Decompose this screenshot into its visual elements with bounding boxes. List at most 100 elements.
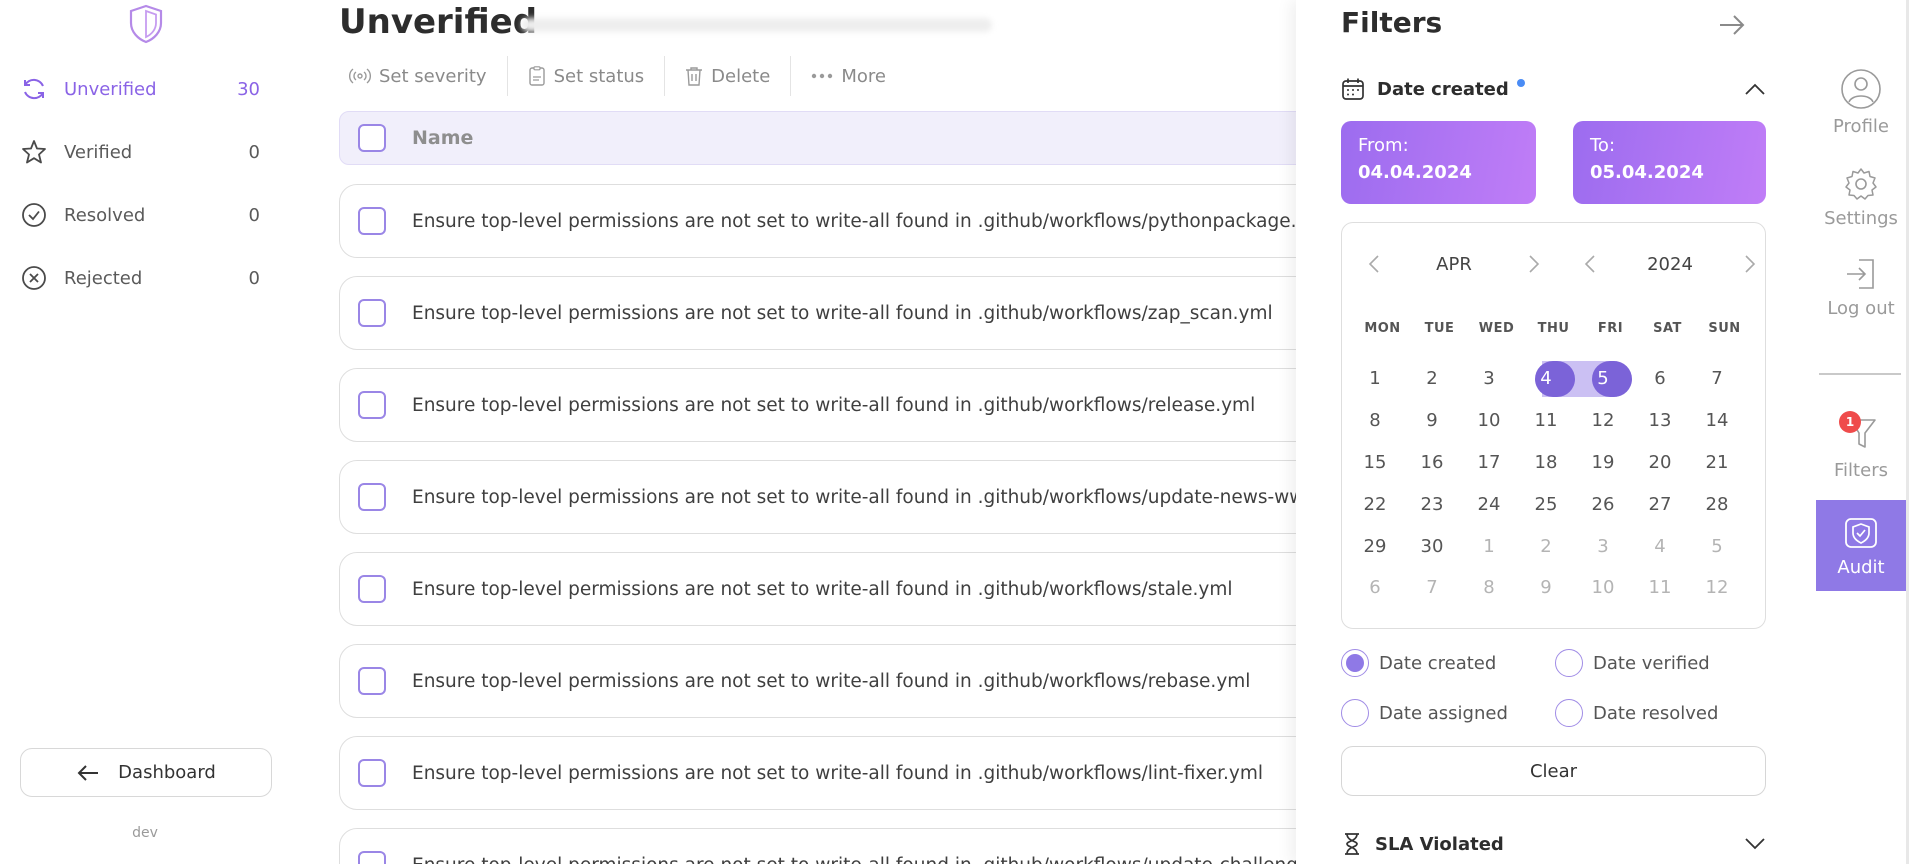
calendar-day[interactable]: 15 bbox=[1355, 445, 1395, 481]
sla-violated-section-header[interactable]: SLA Violated bbox=[1341, 829, 1766, 859]
select-all-checkbox[interactable] bbox=[358, 124, 386, 152]
calendar-day[interactable]: 28 bbox=[1697, 487, 1737, 523]
calendar-day[interactable]: 23 bbox=[1412, 487, 1452, 523]
calendar-day[interactable]: 3 bbox=[1469, 361, 1509, 397]
calendar-day[interactable]: 11 bbox=[1526, 403, 1566, 439]
calendar-day[interactable]: 1 bbox=[1355, 361, 1395, 397]
scrollbar[interactable] bbox=[1906, 0, 1909, 864]
calendar-day[interactable]: 25 bbox=[1526, 487, 1566, 523]
calendar-day[interactable]: 10 bbox=[1583, 570, 1623, 606]
row-checkbox[interactable] bbox=[358, 759, 386, 787]
calendar-day[interactable]: 24 bbox=[1469, 487, 1509, 523]
row-checkbox[interactable] bbox=[358, 575, 386, 603]
chevron-up-icon[interactable] bbox=[1744, 82, 1766, 96]
calendar-day[interactable]: 14 bbox=[1697, 403, 1737, 439]
calendar-day[interactable]: 13 bbox=[1640, 403, 1680, 439]
radio-circle[interactable] bbox=[1341, 649, 1369, 677]
clear-button[interactable]: Clear bbox=[1341, 746, 1766, 796]
weekday-label: THU bbox=[1537, 321, 1570, 336]
radio-circle[interactable] bbox=[1341, 699, 1369, 727]
calendar-year[interactable]: 2024 bbox=[1600, 254, 1740, 275]
prev-year-chevron-icon[interactable] bbox=[1580, 252, 1600, 276]
calendar-day[interactable]: 8 bbox=[1355, 403, 1395, 439]
arrow-right-icon[interactable] bbox=[1718, 12, 1746, 38]
radio-circle[interactable] bbox=[1555, 699, 1583, 727]
calendar-day[interactable]: 16 bbox=[1412, 445, 1452, 481]
calendar-day[interactable]: 4 bbox=[1640, 529, 1680, 565]
table-row[interactable]: Ensure top-level permissions are not set… bbox=[339, 552, 1296, 626]
radio-date-created[interactable]: Date created bbox=[1341, 648, 1496, 678]
table-row[interactable]: Ensure top-level permissions are not set… bbox=[339, 736, 1296, 810]
calendar-day[interactable]: 19 bbox=[1583, 445, 1623, 481]
more-button[interactable]: More bbox=[791, 56, 906, 96]
sidebar-item-unverified[interactable]: Unverified 30 bbox=[20, 69, 260, 109]
rail-profile[interactable]: Profile bbox=[1816, 68, 1906, 137]
set-severity-button[interactable]: Set severity bbox=[339, 56, 507, 96]
sidebar-item-resolved[interactable]: Resolved 0 bbox=[20, 195, 260, 235]
calendar-day[interactable]: 17 bbox=[1469, 445, 1509, 481]
sidebar-item-verified[interactable]: Verified 0 bbox=[20, 132, 260, 172]
table-row[interactable]: Ensure top-level permissions are not set… bbox=[339, 828, 1296, 864]
weekday-label: SAT bbox=[1653, 321, 1682, 336]
calendar-month[interactable]: APR bbox=[1384, 254, 1524, 275]
rail-logout[interactable]: Log out bbox=[1816, 256, 1906, 319]
calendar-day[interactable]: 6 bbox=[1355, 570, 1395, 606]
rail-settings[interactable]: Settings bbox=[1816, 166, 1906, 229]
table-row[interactable]: Ensure top-level permissions are not set… bbox=[339, 184, 1296, 258]
date-from-field[interactable]: From: 04.04.2024 bbox=[1341, 121, 1536, 204]
date-to-field[interactable]: To: 05.04.2024 bbox=[1573, 121, 1766, 204]
row-checkbox[interactable] bbox=[358, 667, 386, 695]
row-checkbox[interactable] bbox=[358, 851, 386, 864]
radio-circle[interactable] bbox=[1555, 649, 1583, 677]
row-checkbox[interactable] bbox=[358, 483, 386, 511]
calendar-day[interactable]: 7 bbox=[1697, 361, 1737, 397]
sidebar-item-rejected[interactable]: Rejected 0 bbox=[20, 258, 260, 298]
next-year-chevron-icon[interactable] bbox=[1740, 252, 1760, 276]
signal-icon bbox=[349, 68, 371, 84]
calendar-day[interactable]: 26 bbox=[1583, 487, 1623, 523]
calendar-day[interactable]: 7 bbox=[1412, 570, 1452, 606]
set-status-button[interactable]: Set status bbox=[508, 56, 665, 96]
calendar-day[interactable]: 5 bbox=[1697, 529, 1737, 565]
radio-date-verified[interactable]: Date verified bbox=[1555, 648, 1710, 678]
calendar-day[interactable]: 29 bbox=[1355, 529, 1395, 565]
row-checkbox[interactable] bbox=[358, 299, 386, 327]
calendar-day[interactable]: 10 bbox=[1469, 403, 1509, 439]
table-row[interactable]: Ensure top-level permissions are not set… bbox=[339, 460, 1296, 534]
calendar-day[interactable]: 2 bbox=[1412, 361, 1452, 397]
rail-filters[interactable]: Filters bbox=[1816, 414, 1906, 481]
dashboard-button[interactable]: Dashboard bbox=[20, 748, 272, 797]
calendar-day[interactable]: 21 bbox=[1697, 445, 1737, 481]
prev-month-chevron-icon[interactable] bbox=[1364, 252, 1384, 276]
date-created-section-header[interactable]: Date created bbox=[1341, 74, 1766, 104]
radio-date-resolved[interactable]: Date resolved bbox=[1555, 698, 1718, 728]
calendar-day[interactable]: 5 bbox=[1583, 361, 1623, 397]
calendar-day[interactable]: 2 bbox=[1526, 529, 1566, 565]
calendar-day[interactable]: 11 bbox=[1640, 570, 1680, 606]
table-row[interactable]: Ensure top-level permissions are not set… bbox=[339, 368, 1296, 442]
delete-button[interactable]: Delete bbox=[665, 56, 790, 96]
calendar-day[interactable]: 1 bbox=[1469, 529, 1509, 565]
set-status-label: Set status bbox=[553, 65, 645, 87]
calendar-day[interactable]: 30 bbox=[1412, 529, 1452, 565]
calendar-day[interactable]: 27 bbox=[1640, 487, 1680, 523]
next-month-chevron-icon[interactable] bbox=[1524, 252, 1544, 276]
row-checkbox[interactable] bbox=[358, 207, 386, 235]
calendar-day[interactable]: 4 bbox=[1526, 361, 1566, 397]
calendar-day[interactable]: 3 bbox=[1583, 529, 1623, 565]
calendar-day[interactable]: 20 bbox=[1640, 445, 1680, 481]
row-checkbox[interactable] bbox=[358, 391, 386, 419]
table-row[interactable]: Ensure top-level permissions are not set… bbox=[339, 276, 1296, 350]
calendar-day[interactable]: 8 bbox=[1469, 570, 1509, 606]
calendar-day[interactable]: 6 bbox=[1640, 361, 1680, 397]
calendar-day[interactable]: 9 bbox=[1412, 403, 1452, 439]
radio-date-assigned[interactable]: Date assigned bbox=[1341, 698, 1508, 728]
calendar-day[interactable]: 12 bbox=[1697, 570, 1737, 606]
chevron-down-icon[interactable] bbox=[1744, 837, 1766, 851]
rail-audit[interactable]: Audit bbox=[1816, 500, 1906, 591]
table-row[interactable]: Ensure top-level permissions are not set… bbox=[339, 644, 1296, 718]
calendar-day[interactable]: 12 bbox=[1583, 403, 1623, 439]
calendar-day[interactable]: 18 bbox=[1526, 445, 1566, 481]
calendar-day[interactable]: 9 bbox=[1526, 570, 1566, 606]
calendar-day[interactable]: 22 bbox=[1355, 487, 1395, 523]
